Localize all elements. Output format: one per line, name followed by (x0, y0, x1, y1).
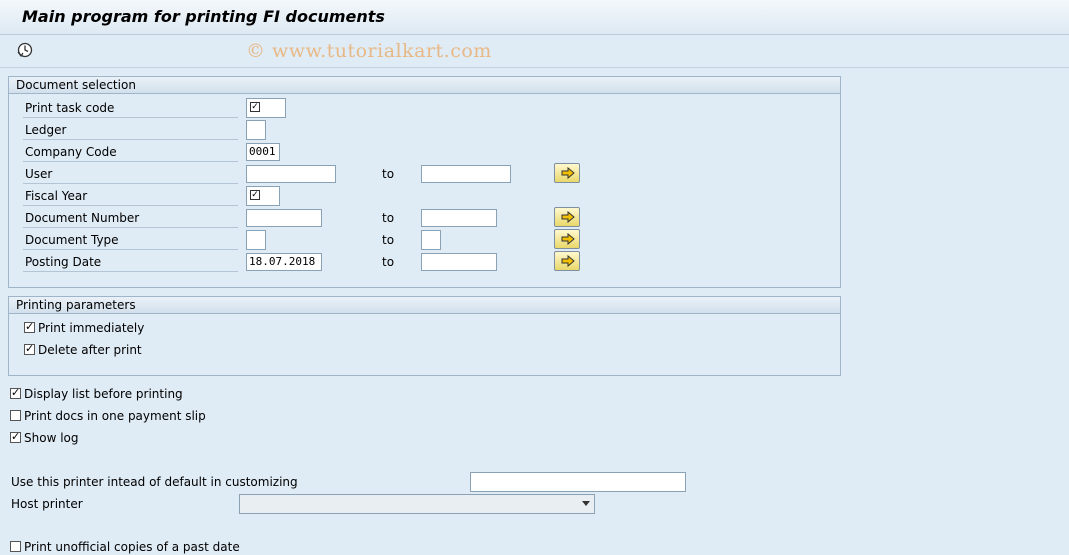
arrow-right-icon (561, 233, 575, 245)
group-heading: Document selection (9, 77, 840, 94)
check-icon: ✓ (250, 102, 260, 112)
print-task-code-field[interactable]: ✓ (246, 98, 286, 118)
display-list-checkbox[interactable] (10, 386, 21, 399)
document-number-multiple-selection-button[interactable] (554, 207, 580, 227)
arrow-right-icon (561, 167, 575, 179)
document-number-label: Document Number (25, 211, 140, 225)
fiscal-year-label: Fiscal Year (25, 189, 88, 203)
posting-date-label: Posting Date (25, 255, 102, 269)
posting-date-multiple-selection-button[interactable] (554, 251, 580, 271)
document-type-to-field[interactable] (421, 230, 441, 250)
application-toolbar: © www.tutorialkart.com (0, 35, 1069, 68)
print-docs-one-slip-checkbox[interactable] (10, 410, 21, 421)
title-bar: Main program for printing FI documents (0, 0, 1069, 35)
fiscal-year-field[interactable]: ✓ (246, 186, 280, 206)
page-title: Main program for printing FI documents (22, 7, 385, 26)
company-code-field[interactable]: 0001 (246, 143, 280, 161)
divider (23, 249, 238, 250)
document-number-from-field[interactable] (246, 209, 322, 227)
arrow-right-icon (561, 255, 575, 267)
user-multiple-selection-button[interactable] (554, 163, 580, 183)
show-log-label: Show log (24, 431, 79, 445)
to-label: to (382, 255, 395, 269)
check-icon: ✓ (250, 190, 260, 200)
print-immediately-label: Print immediately (38, 321, 145, 335)
document-type-label: Document Type (25, 233, 119, 247)
document-type-from-field[interactable] (246, 230, 266, 250)
document-number-to-field[interactable] (421, 209, 497, 227)
unofficial-copies-checkbox[interactable] (10, 541, 21, 552)
ledger-field[interactable] (246, 120, 266, 140)
document-type-multiple-selection-button[interactable] (554, 229, 580, 249)
divider (23, 161, 238, 162)
posting-date-to-field[interactable] (421, 253, 497, 271)
divider (23, 117, 238, 118)
divider (23, 183, 238, 184)
host-printer-dropdown[interactable] (239, 494, 595, 514)
ledger-label: Ledger (25, 123, 67, 137)
print-task-code-label: Print task code (25, 101, 115, 115)
divider (23, 139, 238, 140)
group-heading: Printing parameters (9, 297, 840, 314)
delete-after-print-checkbox[interactable] (24, 342, 35, 355)
divider (23, 271, 238, 272)
host-printer-label: Host printer (11, 497, 83, 511)
watermark: © www.tutorialkart.com (246, 40, 492, 62)
print-docs-one-slip-label: Print docs in one payment slip (24, 409, 206, 423)
display-list-label: Display list before printing (24, 387, 183, 401)
clock-execute-icon[interactable] (16, 41, 34, 59)
user-label: User (25, 167, 53, 181)
printing-parameters-group: Printing parameters (8, 296, 841, 376)
arrow-right-icon (561, 211, 575, 223)
divider (23, 205, 238, 206)
divider (23, 227, 238, 228)
user-from-field[interactable] (246, 165, 336, 183)
to-label: to (382, 211, 395, 225)
use-printer-field[interactable] (470, 472, 686, 492)
user-to-field[interactable] (421, 165, 511, 183)
delete-after-print-label: Delete after print (38, 343, 142, 357)
company-code-label: Company Code (25, 145, 117, 159)
to-label: to (382, 233, 395, 247)
show-log-checkbox[interactable] (10, 430, 21, 443)
chevron-down-icon[interactable] (582, 501, 590, 506)
to-label: to (382, 167, 395, 181)
use-printer-label: Use this printer intead of default in cu… (11, 475, 298, 489)
print-immediately-checkbox[interactable] (24, 320, 35, 333)
posting-date-from-field[interactable]: 18.07.2018 (246, 253, 322, 271)
